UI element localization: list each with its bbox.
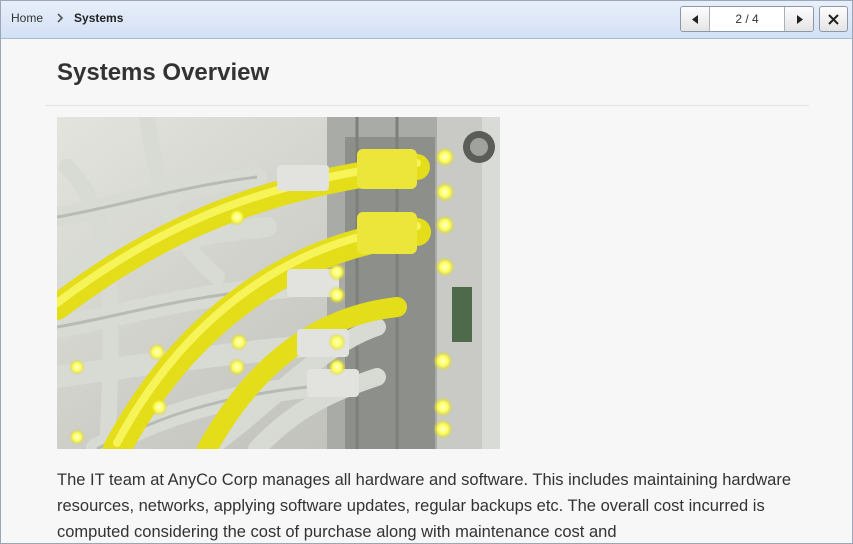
title-divider <box>45 105 809 106</box>
app-frame: Home Systems 2 / 4 Systems Overview The … <box>0 0 853 544</box>
pager: 2 / 4 <box>680 6 814 32</box>
close-button[interactable] <box>819 6 848 32</box>
network-cables-photo <box>57 117 500 449</box>
close-icon <box>828 13 839 25</box>
pager-position: 2 / 4 <box>710 7 784 31</box>
breadcrumb-home-link[interactable]: Home <box>11 11 43 25</box>
chevron-right-icon <box>57 13 64 23</box>
page-title: Systems Overview <box>57 59 270 86</box>
triangle-right-icon <box>796 14 803 24</box>
body-paragraph: The IT team at AnyCo Corp manages all ha… <box>57 471 792 541</box>
top-bar: Home Systems 2 / 4 <box>1 1 852 39</box>
breadcrumb-current: Systems <box>74 11 124 25</box>
triangle-left-icon <box>691 14 698 24</box>
breadcrumb: Home Systems <box>11 11 123 25</box>
previous-button[interactable] <box>681 7 710 31</box>
next-button[interactable] <box>784 7 813 31</box>
